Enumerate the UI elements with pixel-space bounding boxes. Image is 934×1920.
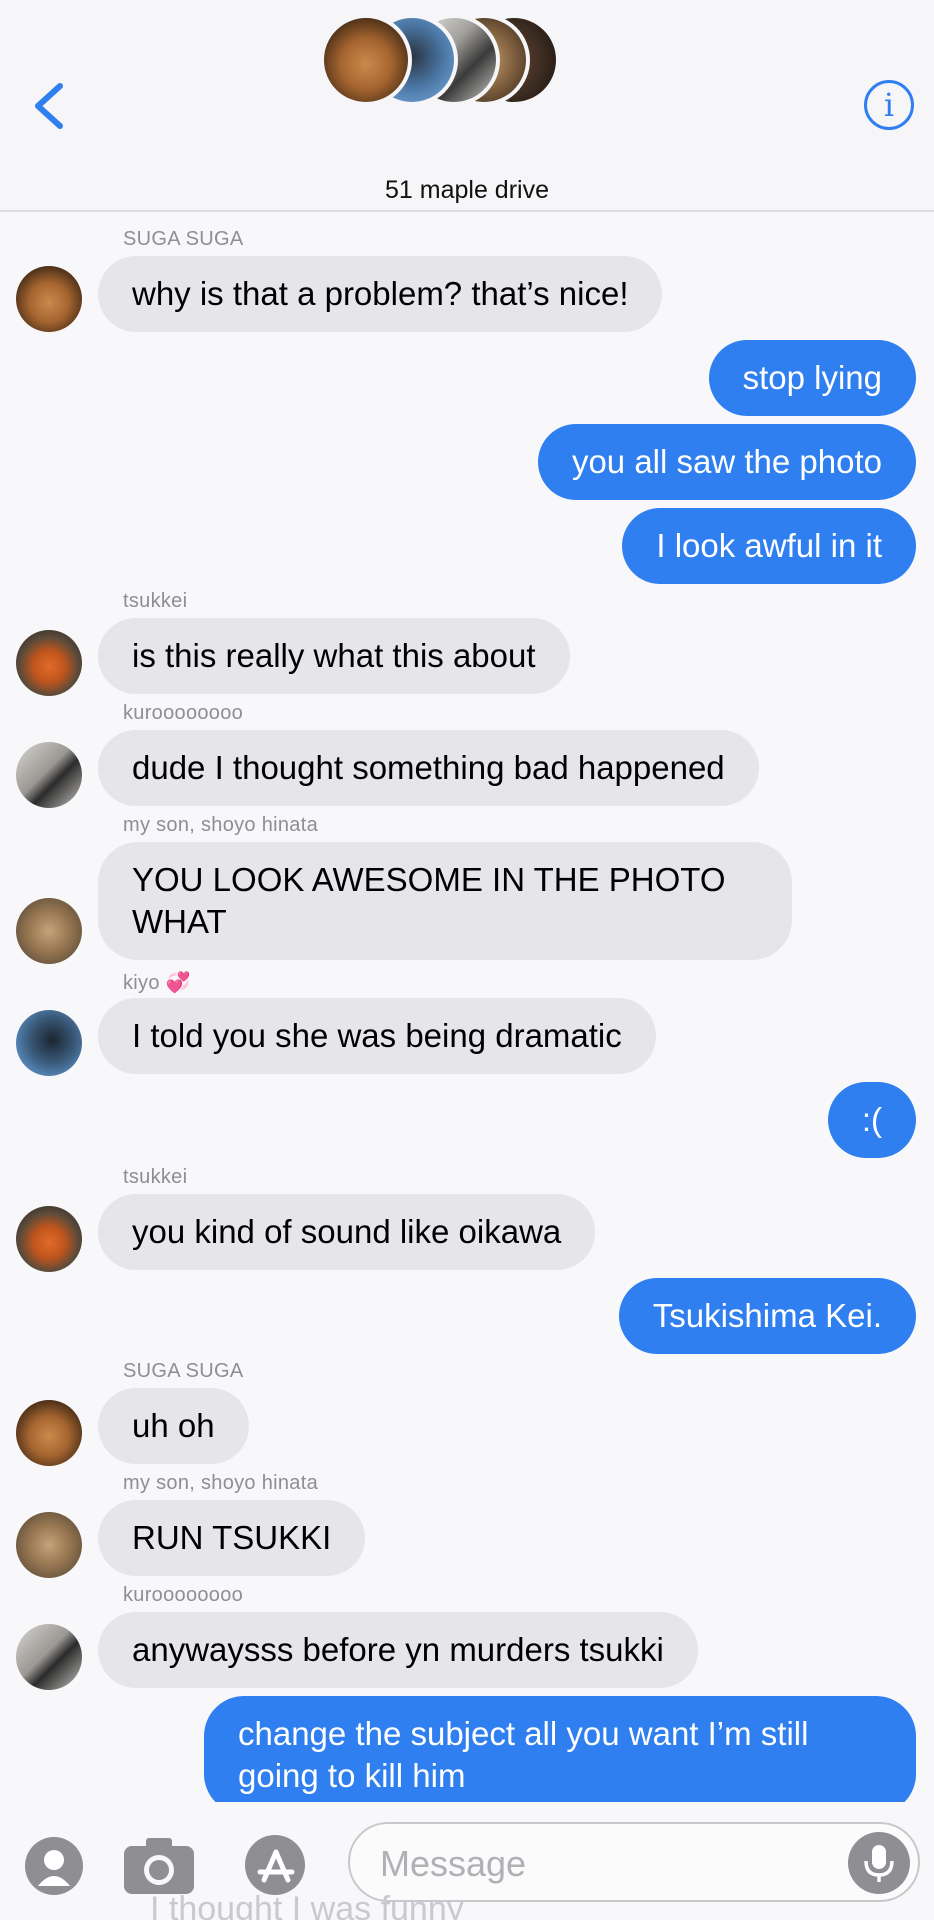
sender-label: SUGA SUGA <box>123 228 244 250</box>
message-bubble-incoming[interactable]: I told you she was being dramatic <box>98 998 656 1074</box>
group-name[interactable]: 51 maple drive <box>0 176 934 205</box>
info-button[interactable]: i <box>864 80 914 130</box>
heart-emoji: 💞 <box>165 970 191 994</box>
message-bubble-incoming[interactable]: why is that a problem? that’s nice! <box>98 256 663 332</box>
group-avatar-stack[interactable] <box>320 14 560 110</box>
message-list[interactable]: SUGA SUGA why is that a problem? that’s … <box>0 212 934 1802</box>
message-bubble-outgoing[interactable]: stop lying <box>708 340 916 416</box>
avatar[interactable] <box>16 630 82 696</box>
avatar[interactable] <box>16 1400 82 1466</box>
sender-label: kuroooooooo <box>123 702 244 724</box>
group-avatar-1 <box>320 14 412 106</box>
composer-bar: Message <box>0 1802 934 1920</box>
message-bubble-incoming[interactable]: you kind of sound like oikawa <box>98 1194 596 1270</box>
message-bubble-incoming[interactable]: anywaysss before yn murders tsukki <box>98 1612 698 1688</box>
message-bubble-outgoing[interactable]: I look awful in it <box>622 508 916 584</box>
mic-icon <box>864 1845 894 1882</box>
sender-label: kiyo 💞 <box>123 970 191 995</box>
mic-button[interactable] <box>848 1832 910 1894</box>
message-bubble-incoming[interactable]: dude I thought something bad happened <box>98 730 759 806</box>
avatar[interactable] <box>16 1010 82 1076</box>
sender-label: tsukkei <box>123 1166 188 1188</box>
sender-label: my son, shoyo hinata <box>123 814 318 836</box>
message-placeholder: Message <box>380 1843 527 1884</box>
sender-label: tsukkei <box>123 590 188 612</box>
conversation-header: i 51 maple drive <box>0 0 934 212</box>
message-bubble-incoming[interactable]: YOU LOOK AWESOME IN THE PHOTO WHAT <box>98 842 792 960</box>
ghost-message-text: I thought I was funny <box>150 1890 464 1920</box>
animoji-icon[interactable] <box>24 1836 84 1901</box>
chevron-left-icon <box>35 83 63 129</box>
avatar[interactable] <box>16 1624 82 1690</box>
sender-name: kiyo <box>123 972 160 994</box>
avatar[interactable] <box>16 898 82 964</box>
message-bubble-incoming[interactable]: RUN TSUKKI <box>98 1500 366 1576</box>
message-bubble-outgoing[interactable]: you all saw the photo <box>537 424 916 500</box>
sender-label: my son, shoyo hinata <box>123 1472 318 1494</box>
message-bubble-incoming[interactable]: is this really what this about <box>98 618 570 694</box>
avatar[interactable] <box>16 266 82 332</box>
message-bubble-incoming[interactable]: uh oh <box>98 1388 249 1464</box>
avatar[interactable] <box>16 742 82 808</box>
sender-label: kuroooooooo <box>123 1584 244 1606</box>
sender-label: SUGA SUGA <box>123 1360 244 1382</box>
info-icon: i <box>883 86 895 124</box>
message-bubble-outgoing[interactable]: change the subject all you want I’m stil… <box>204 1696 916 1802</box>
message-bubble-outgoing[interactable]: Tsukishima Kei. <box>618 1278 916 1354</box>
back-button[interactable] <box>26 78 76 134</box>
avatar[interactable] <box>16 1512 82 1578</box>
message-bubble-outgoing[interactable]: :( <box>827 1082 916 1158</box>
avatar[interactable] <box>16 1206 82 1272</box>
